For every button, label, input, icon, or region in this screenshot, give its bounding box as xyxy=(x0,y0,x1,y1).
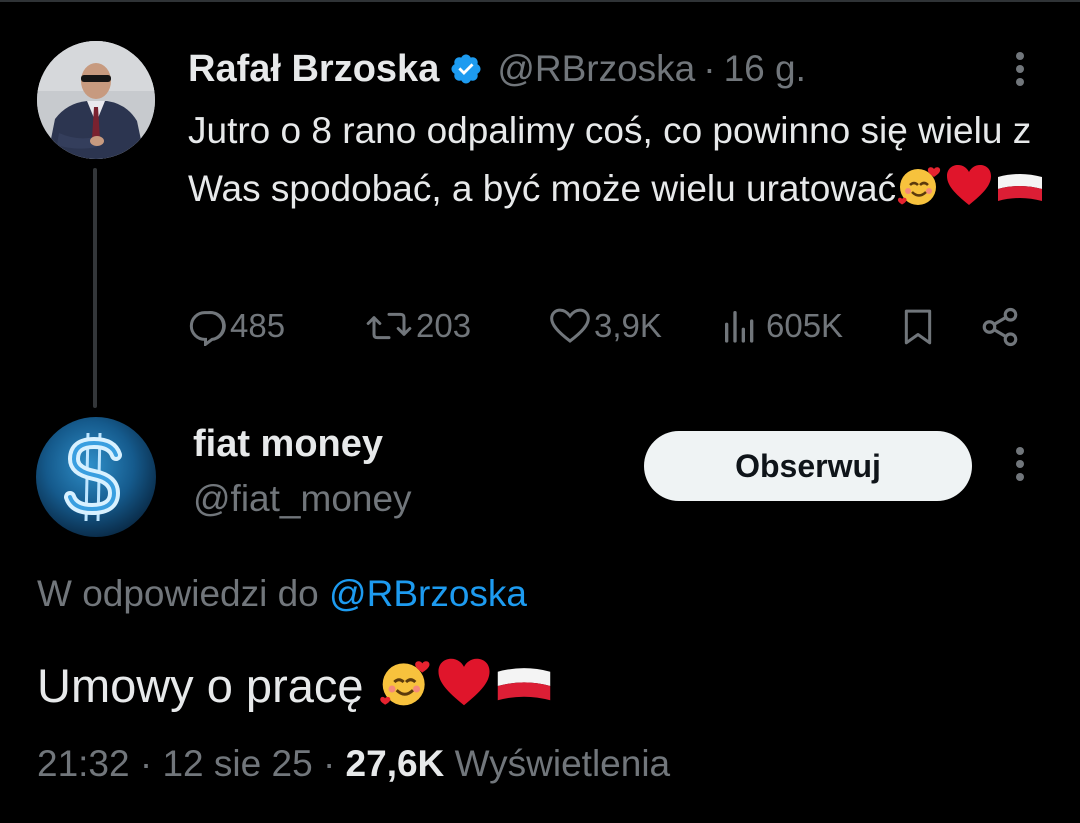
reply-date[interactable]: 12 sie 25 xyxy=(162,743,312,784)
tweet-time[interactable]: 16 g. xyxy=(724,48,806,90)
views-action[interactable]: 605K xyxy=(718,306,843,346)
reply-more-options-icon[interactable] xyxy=(1015,447,1025,486)
reply-text-content: Umowy o pracę xyxy=(37,659,364,712)
red-heart-icon xyxy=(435,654,493,725)
reply-views-count[interactable]: 27,6K xyxy=(346,743,445,784)
bookmark-icon xyxy=(904,309,932,345)
reply-author-handle[interactable]: @fiat_money xyxy=(193,478,412,520)
views-count: 605K xyxy=(766,307,844,344)
share-icon xyxy=(982,307,1018,347)
reply-author-name[interactable]: fiat money xyxy=(193,423,383,466)
bookmark-button[interactable] xyxy=(898,306,938,348)
tweet-actions-bar: 485 203 3,9K 605K xyxy=(188,306,1028,356)
smiling-face-with-hearts-icon xyxy=(377,654,435,725)
top-divider xyxy=(0,0,1080,2)
dollar-sign-icon xyxy=(64,432,122,522)
author-handle[interactable]: @RBrzoska xyxy=(497,48,695,90)
separator-dot: · xyxy=(139,743,153,784)
more-options-icon[interactable] xyxy=(1015,52,1025,91)
tweet-text: Jutro o 8 rano odpalimy coś, co powinno … xyxy=(188,102,1048,226)
fiat-money-avatar[interactable] xyxy=(36,417,156,537)
tweet-header: Rafał Brzoska @RBrzoska · 16 g. xyxy=(188,44,806,94)
reply-time[interactable]: 21:32 xyxy=(37,743,130,784)
flag-poland-icon xyxy=(493,662,555,725)
reply-icon xyxy=(189,311,226,346)
separator-dot: · xyxy=(703,48,716,89)
repost-action[interactable]: 203 xyxy=(364,306,471,346)
like-action[interactable]: 3,9K xyxy=(548,306,662,346)
thread-connector-line xyxy=(93,168,97,408)
follow-button[interactable]: Obserwuj xyxy=(644,431,972,501)
reply-meta: 21:32 · 12 sie 25 · 27,6K Wyświetlenia xyxy=(37,743,670,785)
replying-to-line: W odpowiedzi do @RBrzoska xyxy=(37,573,527,615)
views-chart-icon xyxy=(725,311,754,343)
smiling-face-with-hearts-icon xyxy=(896,161,944,226)
flag-poland-icon xyxy=(994,168,1046,226)
reply-text: Umowy o pracę xyxy=(37,654,555,725)
reply-count: 485 xyxy=(230,307,286,344)
repost-count: 203 xyxy=(416,307,472,344)
repost-icon xyxy=(366,312,412,340)
verified-badge-icon[interactable] xyxy=(449,52,483,86)
like-count: 3,9K xyxy=(594,307,662,344)
reply-views-label: Wyświetlenia xyxy=(454,743,671,784)
author-name[interactable]: Rafał Brzoska xyxy=(188,48,439,91)
separator-dot: · xyxy=(322,743,336,784)
avatar-photo xyxy=(37,41,155,159)
share-button[interactable] xyxy=(978,306,1022,348)
heart-outline-icon xyxy=(550,308,590,343)
avatar[interactable] xyxy=(37,41,155,159)
replying-prefix: W odpowiedzi do xyxy=(37,573,319,614)
red-heart-icon xyxy=(944,161,994,226)
replying-to-mention[interactable]: @RBrzoska xyxy=(329,573,527,614)
reply-action[interactable]: 485 xyxy=(188,306,285,346)
